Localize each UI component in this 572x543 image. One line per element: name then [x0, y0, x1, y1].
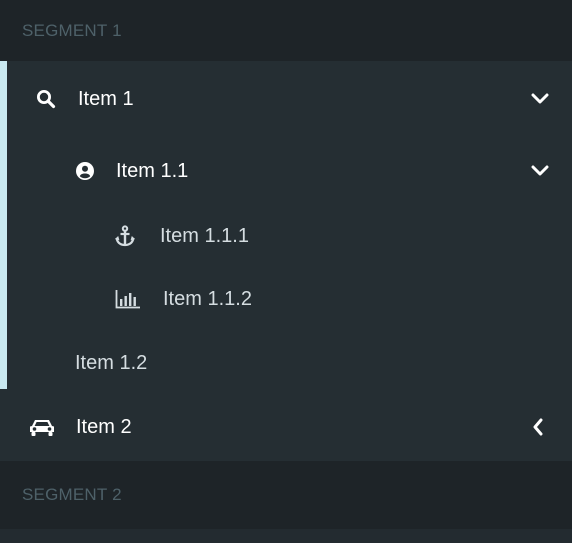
menu-item-1-1[interactable]: Item 1.1: [0, 139, 572, 203]
sidebar-menu: SEGMENT 1 Item 1 Item 1.1 Item 1.1.1 Ite…: [0, 0, 572, 543]
bottom-strip: [0, 529, 572, 543]
search-icon: [35, 88, 57, 110]
menu-item-1-2[interactable]: Item 1.2: [0, 331, 572, 395]
chevron-left-icon[interactable]: [528, 417, 548, 437]
chevron-down-icon[interactable]: [530, 89, 550, 109]
segment-label: SEGMENT 2: [22, 485, 122, 504]
bar-chart-icon: [115, 288, 141, 310]
menu-item-1[interactable]: Item 1: [0, 67, 572, 131]
menu-item-label: Item 1.1: [116, 159, 189, 182]
menu-item-label: Item 2: [76, 415, 132, 438]
segment-label: SEGMENT 1: [22, 20, 122, 40]
segment-header-1: SEGMENT 1: [0, 0, 572, 61]
menu-item-label: Item 1.2: [75, 351, 148, 374]
menu-item-label: Item 1: [78, 87, 134, 110]
chevron-down-icon[interactable]: [530, 161, 550, 181]
menu-item-1-1-2[interactable]: Item 1.1.2: [0, 267, 572, 331]
car-icon: [28, 416, 56, 438]
menu-item-label: Item 1.1.2: [163, 287, 252, 310]
segment-header-2: SEGMENT 2: [0, 461, 572, 529]
anchor-icon: [114, 224, 136, 248]
menu-item-1-1-1[interactable]: Item 1.1.1: [0, 204, 572, 268]
menu-item-2[interactable]: Item 2: [0, 395, 572, 459]
menu-item-label: Item 1.1.1: [160, 224, 249, 247]
user-circle-icon: [74, 160, 96, 182]
